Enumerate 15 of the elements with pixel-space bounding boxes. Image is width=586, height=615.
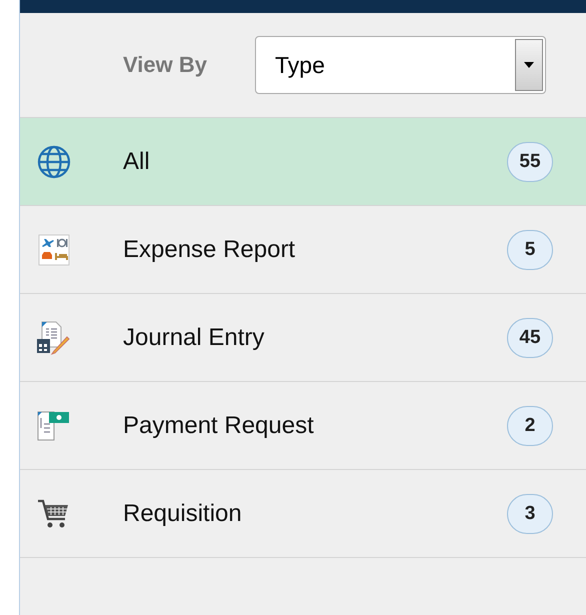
count-badge: 45 (507, 318, 553, 358)
count-badge: 2 (507, 406, 553, 446)
count-badge: 55 (507, 142, 553, 182)
calculator-document-icon (35, 320, 72, 354)
view-by-dropdown[interactable]: Type (255, 36, 546, 94)
globe-icon (35, 144, 72, 178)
view-by-label: View By (123, 52, 208, 78)
category-item[interactable]: Expense Report 5 (20, 206, 586, 294)
category-item[interactable]: Requisition 3 (20, 470, 586, 558)
count-badge: 3 (507, 494, 553, 534)
count-badge: 5 (507, 230, 553, 270)
category-item[interactable]: All 55 (20, 118, 586, 206)
category-item[interactable]: Payment Request 2 (20, 382, 586, 470)
category-item[interactable]: Journal Entry 45 (20, 294, 586, 382)
money-document-icon (35, 410, 72, 442)
